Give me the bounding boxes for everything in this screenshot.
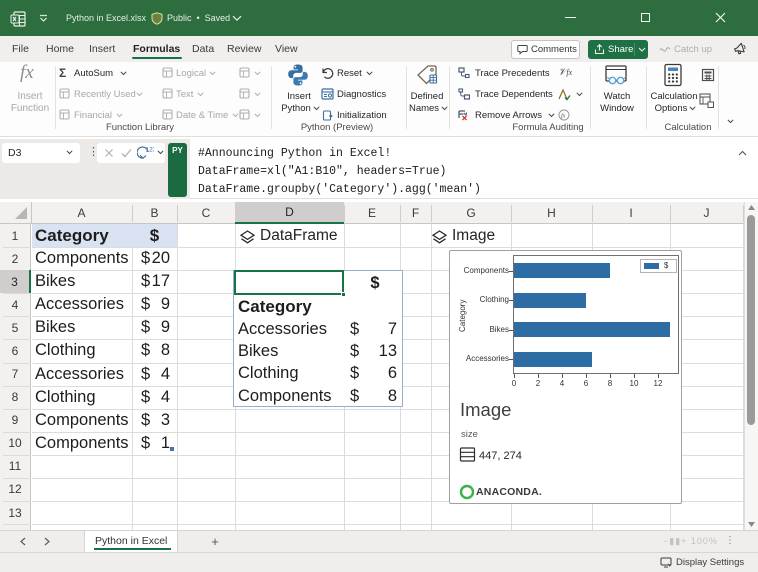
svg-text:fx: fx (561, 113, 566, 120)
svg-text:123: 123 (146, 147, 155, 154)
